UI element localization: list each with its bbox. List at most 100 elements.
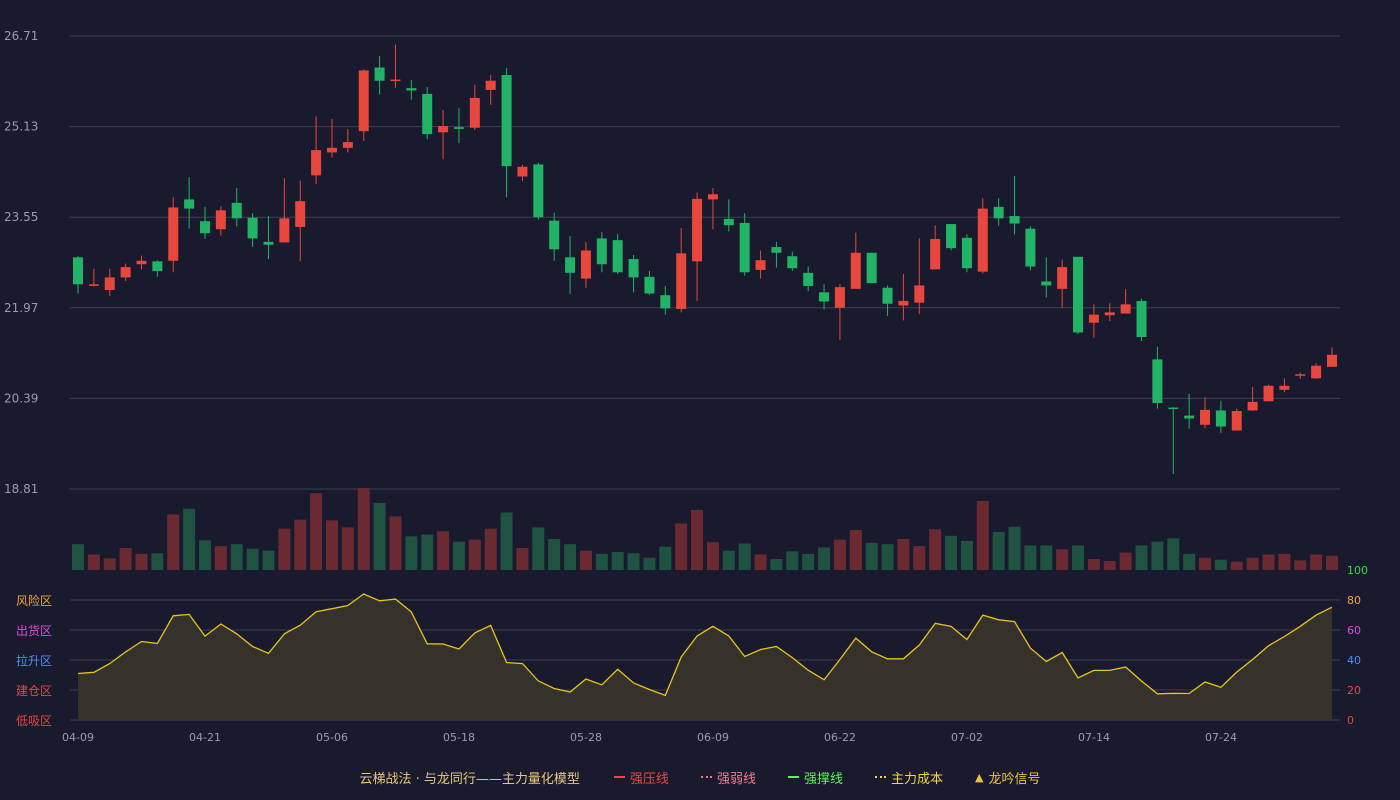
legend-label-strong-pressure: 强压线 <box>629 771 669 787</box>
volume-bar <box>818 547 831 570</box>
zone-label: 拉升区 <box>16 653 52 668</box>
volume-bar <box>1246 557 1259 570</box>
candle-body <box>803 272 814 287</box>
volume-bar <box>865 542 878 570</box>
volume-bar <box>500 512 513 570</box>
volume-bar <box>579 550 592 570</box>
volume-bar <box>516 548 529 570</box>
candle-body <box>88 284 99 286</box>
volume-bar <box>849 529 862 570</box>
candle-body <box>485 80 496 90</box>
volume-bar <box>960 540 973 570</box>
candle-body <box>1327 354 1337 367</box>
volume-bar <box>1294 560 1307 570</box>
volume-bar <box>1056 549 1069 570</box>
candle-body <box>326 147 337 153</box>
candle-body <box>453 127 464 129</box>
legend-item-strong-support-line[interactable]: 强撑线 <box>787 768 843 787</box>
volume-bar <box>262 550 275 570</box>
x-tick-label: 06-22 <box>824 731 856 744</box>
volume-bar <box>310 493 323 570</box>
candle-body <box>739 222 750 273</box>
candle-body <box>930 238 941 270</box>
candle-body <box>152 261 163 272</box>
legend-swatch-main-cost <box>874 776 886 778</box>
price-tick-label: 23.55 <box>4 210 38 224</box>
legend-label-main-cost: 主力成本 <box>890 771 943 787</box>
volume-bar <box>722 550 735 570</box>
legend-item-strength-line[interactable]: 强弱线 <box>700 768 756 787</box>
volume-bar <box>198 540 211 570</box>
candle-body <box>612 240 623 273</box>
volume-bar <box>167 514 180 570</box>
volume-bar <box>992 531 1005 570</box>
x-tick-label: 07-14 <box>1078 731 1110 744</box>
legend-swatch-strong-pressure <box>613 776 625 778</box>
candle-body <box>961 237 972 269</box>
candle-body <box>914 285 925 303</box>
x-tick-label: 04-09 <box>62 731 94 744</box>
legend-item-strong-pressure-line[interactable]: 强压线 <box>613 768 669 787</box>
candle-body <box>1279 385 1290 390</box>
volume-bar <box>643 557 656 570</box>
candle-body <box>1136 300 1147 338</box>
volume-bar <box>357 488 370 570</box>
volume-bar <box>1119 552 1132 570</box>
candle-body <box>882 287 893 304</box>
x-tick-label: 06-09 <box>697 731 729 744</box>
volume-bar <box>913 546 926 570</box>
candle-body <box>707 194 718 200</box>
volume-bar <box>468 539 481 570</box>
candle-body <box>136 260 147 265</box>
volume-bar <box>945 535 958 570</box>
volume-bar <box>151 553 164 570</box>
legend-label-strength: 强弱线 <box>716 771 756 787</box>
volume-bar <box>564 544 577 570</box>
candle-body <box>1215 410 1226 427</box>
volume-bar <box>786 551 799 570</box>
candle-body <box>120 267 131 278</box>
volume-bar <box>119 548 132 570</box>
candle-body <box>596 238 607 265</box>
candle-body <box>1073 256 1084 333</box>
candle-body <box>898 300 909 306</box>
candle-body <box>1184 415 1195 419</box>
candle-body <box>946 224 957 249</box>
volume-bar <box>484 528 497 570</box>
volume-bar <box>294 519 307 570</box>
candle-body <box>406 88 417 91</box>
volume-bar <box>706 542 719 570</box>
volume-bar <box>595 553 608 570</box>
candle-body <box>676 253 687 309</box>
price-tick-label: 26.71 <box>4 29 38 43</box>
volume-bar <box>1310 554 1323 570</box>
volume-bar <box>437 531 450 570</box>
volume-bar <box>1167 538 1180 570</box>
candle-body <box>295 201 306 227</box>
volume-bar <box>1199 557 1212 570</box>
candle-body <box>1088 314 1099 323</box>
indicator-area <box>78 594 1332 720</box>
candle-body <box>993 206 1004 219</box>
candle-body <box>1025 228 1036 267</box>
candle-body <box>390 79 401 82</box>
price-tick-label: 25.13 <box>4 120 38 134</box>
candle-body <box>787 256 798 269</box>
volume-bar <box>214 546 227 570</box>
volume-bar <box>1135 545 1148 570</box>
candle-body <box>358 70 369 132</box>
candle-body <box>533 164 544 218</box>
x-tick-label: 07-24 <box>1205 731 1237 744</box>
candle-body <box>422 93 433 135</box>
volume-bar <box>230 544 243 570</box>
legend-item-main-cost[interactable]: 主力成本 <box>874 768 943 787</box>
volume-bar <box>103 558 116 570</box>
candle-body <box>755 260 766 270</box>
legend-item-dragon-signal[interactable]: ▲ 龙吟信号 <box>975 768 1040 787</box>
volume-bar <box>1326 555 1338 570</box>
chart-legend: 云梯战法 · 与龙同行——主力量化模型 强压线 强弱线 强撑线 主力成本 ▲ 龙… <box>0 766 1400 788</box>
legend-label-dragon-signal: 龙吟信号 <box>988 771 1041 787</box>
candle-body <box>866 252 877 284</box>
candle-body <box>1168 407 1179 410</box>
candle-body <box>1247 401 1258 411</box>
